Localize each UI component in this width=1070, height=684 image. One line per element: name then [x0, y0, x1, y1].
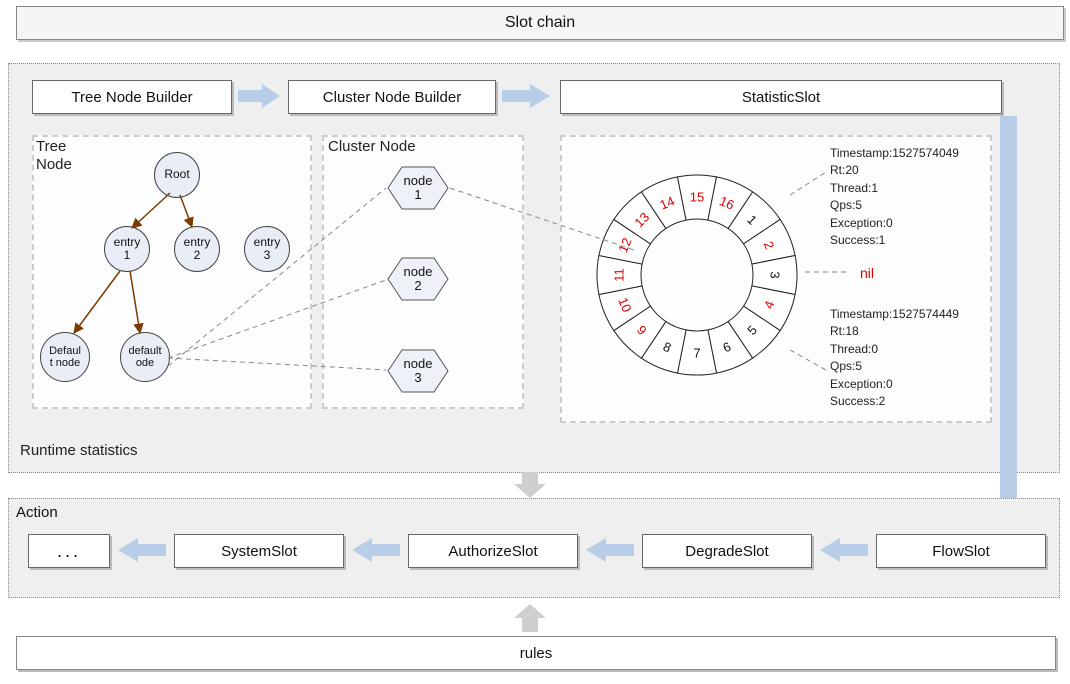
- tree-node-builder-box: Tree Node Builder: [32, 80, 232, 114]
- authorize-slot-box: AuthorizeSlot: [408, 534, 578, 568]
- system-slot-label: SystemSlot: [221, 543, 297, 560]
- cluster-node-1-label: node1: [404, 174, 433, 203]
- cluster-node-2-label: node2: [404, 265, 433, 294]
- rules-label: rules: [520, 645, 553, 662]
- degrade-slot-box: DegradeSlot: [642, 534, 812, 568]
- page-title: Slot chain: [16, 6, 1064, 40]
- arrow-flow-to-degrade: [816, 534, 870, 566]
- tree-defn1-label: Default node: [49, 345, 81, 369]
- cluster-node-3-label: node3: [404, 357, 433, 386]
- arrow-tree-to-cluster: [236, 80, 284, 112]
- tree-node-label-1: Tree: [36, 138, 66, 155]
- tree-entry3: entry3: [244, 226, 290, 272]
- tree-default-node-2: defaultode: [120, 332, 170, 382]
- arrow-authorize-to-system: [348, 534, 402, 566]
- page-title-text: Slot chain: [505, 14, 575, 32]
- ellipsis-slot-label: ...: [57, 541, 81, 562]
- statistic-slot-box: StatisticSlot: [560, 80, 1002, 114]
- stats-block-1: Timestamp:1527574049 Rt:20 Thread:1 Qps:…: [830, 145, 959, 249]
- arrow-stat-to-flow: [1000, 116, 1060, 536]
- tree-entry1-label: entry1: [114, 236, 141, 262]
- tree-node-label-2: Node: [36, 156, 72, 173]
- tree-defn2-label: defaultode: [128, 345, 161, 369]
- cluster-node-label: Cluster Node: [328, 138, 416, 155]
- arrow-rules-to-action: [510, 600, 550, 634]
- tree-entry2: entry2: [174, 226, 220, 272]
- tree-node-builder-label: Tree Node Builder: [71, 89, 192, 106]
- tree-entry2-label: entry2: [184, 236, 211, 262]
- runtime-statistics-label: Runtime statistics: [20, 442, 138, 459]
- flow-slot-label: FlowSlot: [932, 543, 990, 560]
- tree-entry1: entry1: [104, 226, 150, 272]
- svg-text:15: 15: [690, 190, 704, 205]
- cluster-node-builder-label: Cluster Node Builder: [323, 89, 461, 106]
- flow-slot-box: FlowSlot: [876, 534, 1046, 568]
- tree-entry3-label: entry3: [254, 236, 281, 262]
- arrow-system-to-ellipsis: [114, 534, 168, 566]
- tree-root: Root: [154, 152, 200, 198]
- arrow-degrade-to-authorize: [582, 534, 636, 566]
- statistic-slot-label: StatisticSlot: [742, 89, 820, 106]
- action-label: Action: [16, 504, 58, 521]
- svg-text:3: 3: [768, 271, 783, 278]
- stat-ring: 12345678910111213141516: [580, 158, 814, 392]
- nil-label: nil: [860, 265, 874, 281]
- degrade-slot-label: DegradeSlot: [685, 543, 768, 560]
- arrow-cluster-to-stat: [500, 80, 554, 112]
- system-slot-box: SystemSlot: [174, 534, 344, 568]
- rules-box: rules: [16, 636, 1056, 670]
- authorize-slot-label: AuthorizeSlot: [448, 543, 537, 560]
- svg-text:11: 11: [612, 268, 627, 282]
- svg-text:7: 7: [693, 346, 700, 361]
- ellipsis-slot-box: ...: [28, 534, 110, 568]
- stats-block-2: Timestamp:1527574449 Rt:18 Thread:0 Qps:…: [830, 306, 959, 410]
- cluster-node-1: node1: [386, 165, 450, 211]
- cluster-node-builder-box: Cluster Node Builder: [288, 80, 496, 114]
- tree-root-label: Root: [164, 168, 189, 181]
- cluster-node-3: node3: [386, 348, 450, 394]
- tree-default-node-1: Default node: [40, 332, 90, 382]
- cluster-node-2: node2: [386, 256, 450, 302]
